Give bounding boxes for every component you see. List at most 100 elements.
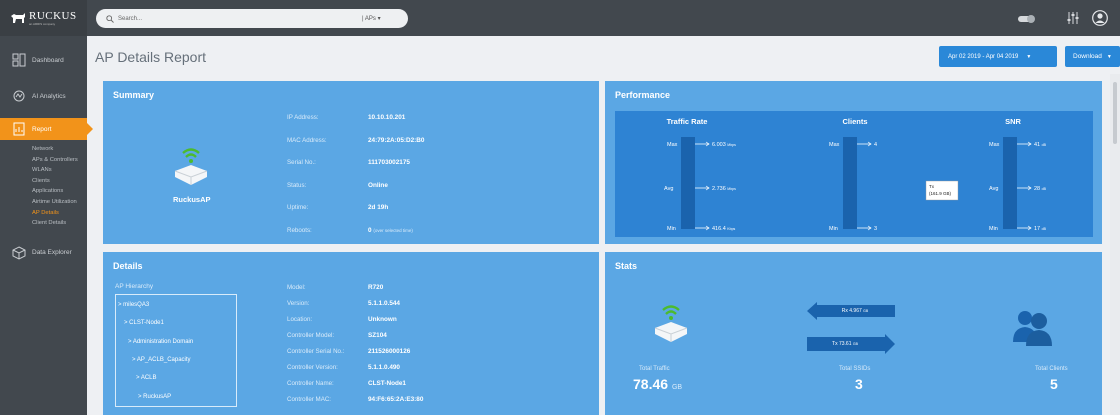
field-value: 0 (over selected time): [368, 227, 413, 234]
submenu-item-ap-details[interactable]: AP Details: [32, 208, 87, 219]
field-value: R720: [368, 284, 384, 291]
sidebar-item-label: Data Explorer: [32, 249, 72, 257]
clients-range-bar: [843, 137, 857, 229]
sidebar-item-label: Dashboard: [32, 56, 64, 64]
field-label: Controller Name:: [287, 380, 334, 387]
stats-panel: Stats Rx 4.967 GB Tx 73.61 GB Total Traf…: [605, 252, 1102, 415]
total-traffic-value: 78.46: [633, 376, 669, 392]
submenu-item-client-details[interactable]: Client Details: [32, 218, 87, 229]
access-point-icon: [654, 305, 688, 342]
brand-name: RUCKUS: [29, 10, 77, 22]
user-profile-icon[interactable]: [1092, 10, 1108, 26]
traffic-avg-unit: Mbps: [727, 187, 736, 191]
ruckus-dog-icon: [11, 13, 25, 23]
field-label: Model:: [287, 284, 306, 291]
report-icon: [13, 122, 25, 136]
svg-text:416.4 Kbps: 416.4 Kbps: [712, 226, 736, 232]
rx-label: Rx 4.967 GB: [817, 305, 893, 317]
performance-title: Performance: [615, 90, 671, 100]
perf-column-title-clients: Clients: [842, 117, 867, 126]
page-scrollbar[interactable]: [1110, 74, 1120, 415]
page-title: AP Details Report: [95, 49, 207, 65]
search-scope-dropdown[interactable]: | APs ▾: [362, 15, 381, 22]
tree-node[interactable]: > ACLB: [136, 375, 157, 381]
tx-value: Tx 73.61: [832, 341, 852, 347]
reboots-note: (over selected time): [373, 228, 413, 233]
download-button[interactable]: Download ▼: [1065, 46, 1120, 67]
field-value: 111703002175: [368, 159, 410, 166]
rx-value: Rx 4.967: [841, 308, 862, 314]
submenu-item-airtime-utilization[interactable]: Airtime Utilization: [32, 197, 87, 208]
clients-min-value: 3: [874, 226, 877, 232]
perf-column-title-traffic: Traffic Rate: [667, 117, 708, 126]
hierarchy-label: AP Hierarchy: [115, 283, 154, 290]
field-label: Location:: [287, 316, 313, 323]
field-label: Uptime:: [287, 204, 309, 211]
row-label-max: Max: [989, 142, 1000, 148]
search-scope-label: APs: [364, 16, 376, 22]
submenu-item-applications[interactable]: Applications: [32, 186, 87, 197]
field-value: 5.1.1.0.544: [368, 300, 400, 307]
clients-max-value: 4: [874, 142, 877, 148]
traffic-range-bar: [681, 137, 695, 229]
field-value: 5.1.1.0.490: [368, 364, 400, 371]
sidebar-item-ai-analytics[interactable]: AI Analytics: [0, 78, 87, 114]
sidebar: RUCKUS an ARRIS company Dashboard AI Ana…: [0, 0, 93, 415]
traffic-min-unit: Kbps: [727, 227, 735, 231]
row-label-min: Min: [829, 226, 838, 232]
field-value: Online: [368, 182, 388, 189]
svg-text:6.003 Mbps: 6.003 Mbps: [712, 142, 736, 148]
search-input[interactable]: Search... | APs ▾: [96, 9, 408, 28]
tree-node[interactable]: > CLST-Node1: [124, 320, 164, 326]
field-label: IP Address:: [287, 114, 319, 121]
snr-max-unit: dB: [1042, 143, 1047, 147]
total-clients-value: 5: [1050, 376, 1058, 392]
row-label-max: Max: [667, 142, 678, 148]
submenu-item-clients[interactable]: Clients: [32, 176, 87, 187]
sidebar-item-report[interactable]: Report: [0, 118, 93, 140]
svg-text:28 dB: 28 dB: [1034, 186, 1047, 192]
tree-node[interactable]: > AP_ACLB_Capacity: [132, 357, 191, 363]
reboots-value: 0: [368, 227, 372, 234]
tree-node[interactable]: > milesQA3: [118, 302, 149, 308]
ruckus-logo[interactable]: RUCKUS an ARRIS company: [0, 0, 87, 36]
snr-avg-value: 28: [1034, 186, 1040, 192]
tree-node[interactable]: > Administration Domain: [128, 339, 193, 345]
field-value: SZ104: [368, 332, 387, 339]
ai-analytics-icon: [13, 90, 25, 102]
theme-toggle[interactable]: [1018, 15, 1035, 23]
tree-node[interactable]: > RuckusAP: [138, 394, 171, 400]
details-panel: Details AP Hierarchy > milesQA3 > CLST-N…: [103, 252, 599, 415]
tx-tooltip-line2: (161.9 GB): [929, 191, 952, 196]
date-range-label: Apr 02 2019 - Apr 04 2019: [948, 53, 1019, 60]
field-label: Serial No.:: [287, 159, 316, 166]
sidebar-item-dashboard[interactable]: Dashboard: [0, 42, 87, 78]
submenu-item-network[interactable]: Network: [32, 144, 87, 155]
performance-chart-area: Traffic Rate Clients SNR Max Avg Min 6.0…: [615, 111, 1093, 237]
date-range-picker[interactable]: Apr 02 2019 - Apr 04 2019 ▼: [939, 46, 1057, 67]
submenu-item-wlans[interactable]: WLANs: [32, 165, 87, 176]
field-label: MAC Address:: [287, 137, 327, 144]
details-title: Details: [113, 261, 143, 271]
data-explorer-icon: [12, 246, 26, 260]
total-traffic-label: Total Traffic: [639, 366, 670, 372]
performance-panel: Performance Traffic Rate Clients SNR Max…: [605, 81, 1102, 244]
snr-avg-unit: dB: [1042, 187, 1047, 191]
total-traffic-unit: GB: [671, 384, 683, 391]
field-label: Controller Serial No.:: [287, 348, 345, 355]
row-label-avg: Avg: [664, 186, 673, 192]
total-clients-label: Total Clients: [1035, 366, 1068, 372]
summary-title: Summary: [113, 90, 155, 100]
settings-sliders-icon[interactable]: [1066, 11, 1080, 25]
chevron-down-icon: ▼: [1026, 53, 1032, 60]
submenu-item-aps-controllers[interactable]: APs & Controllers: [32, 155, 87, 166]
total-traffic: 78.46 GB: [633, 376, 682, 392]
scrollbar-thumb[interactable]: [1113, 82, 1117, 144]
total-ssids-value: 3: [855, 376, 863, 392]
brand-subtitle: an ARRIS company: [29, 22, 56, 26]
traffic-max-unit: Mbps: [727, 143, 736, 147]
field-label: Controller Version:: [287, 364, 338, 371]
sidebar-item-data-explorer[interactable]: Data Explorer: [0, 235, 87, 271]
traffic-min-value: 416.4: [712, 226, 726, 232]
row-label-min: Min: [989, 226, 998, 232]
